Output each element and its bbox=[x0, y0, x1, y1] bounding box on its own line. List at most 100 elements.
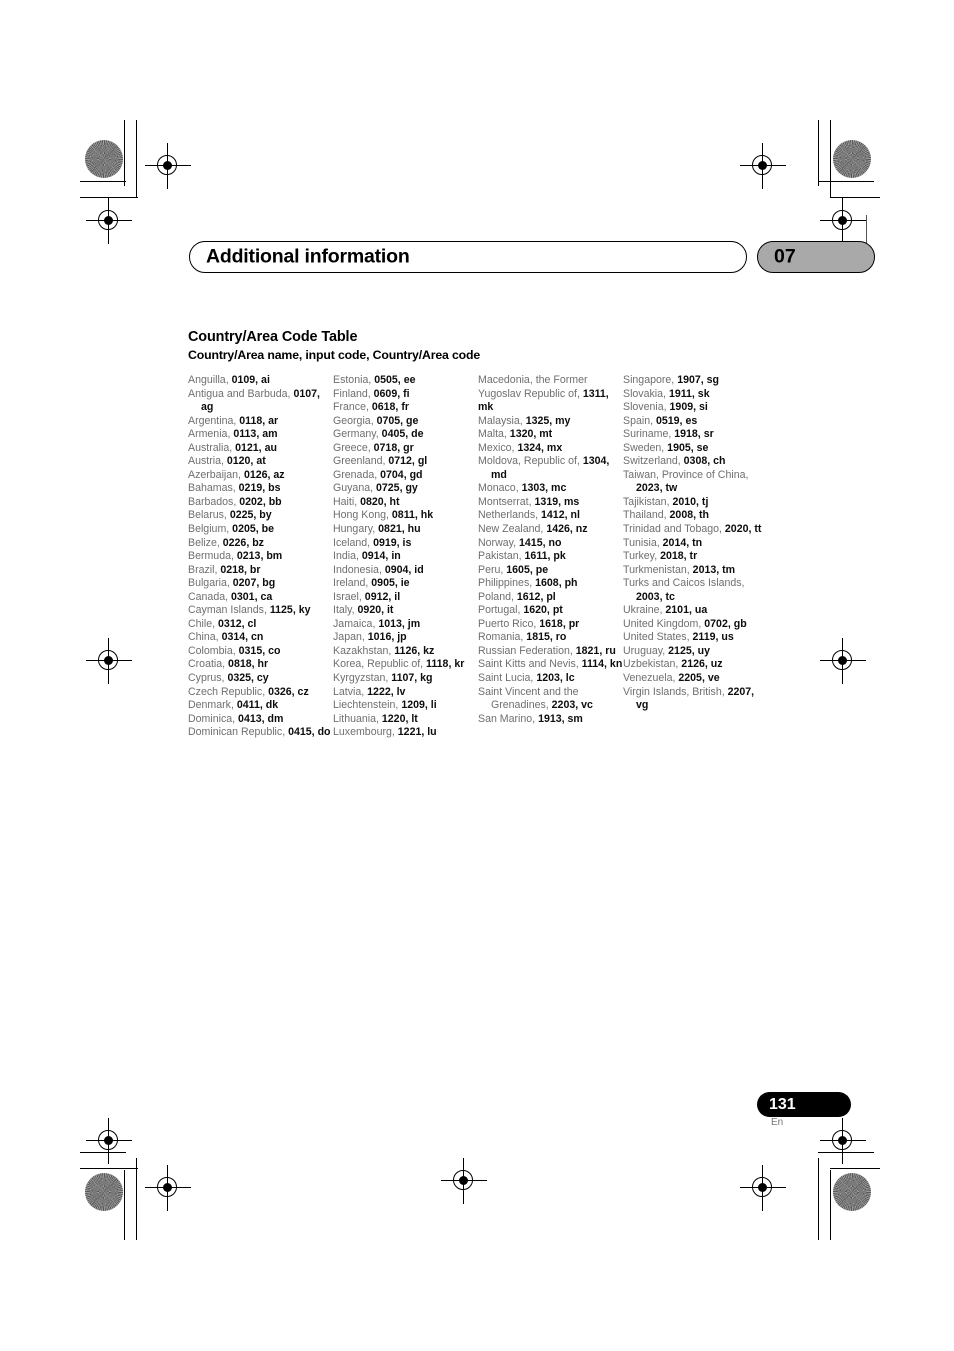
country-name: Colombia, bbox=[188, 644, 239, 657]
country-code-entry: Mexico, 1324, mx bbox=[478, 442, 623, 456]
country-name: Tajikistan, bbox=[623, 495, 673, 508]
country-name: Virgin Islands, British, bbox=[623, 685, 728, 698]
country-code: 0821, hu bbox=[378, 523, 421, 536]
country-code-entry: Cyprus, 0325, cy bbox=[188, 672, 333, 686]
crop-mark-top-left-v1 bbox=[124, 120, 126, 186]
country-code: 0219, bs bbox=[238, 482, 281, 495]
country-code-entry: United States, 2119, us bbox=[623, 631, 768, 645]
country-name: Thailand, bbox=[623, 509, 670, 522]
country-code: 0519, es bbox=[655, 414, 698, 427]
country-code-entry: Taiwan, Province of China, 2023, tw bbox=[623, 469, 768, 496]
country-code: 0213, bm bbox=[236, 550, 283, 563]
country-name: Argentina, bbox=[188, 414, 240, 427]
country-name: Greece, bbox=[333, 441, 374, 454]
country-code: 1909, si bbox=[669, 401, 708, 414]
registration-crosshair-top-right-upper bbox=[740, 143, 786, 189]
country-code: 0820, ht bbox=[360, 495, 400, 508]
country-code-entry: Italy, 0920, it bbox=[333, 604, 478, 618]
registration-crosshair-top-left-lower bbox=[86, 198, 132, 244]
country-code-entry: Ireland, 0905, ie bbox=[333, 577, 478, 591]
country-name: Estonia, bbox=[333, 374, 375, 386]
country-name: Hungary, bbox=[333, 523, 379, 536]
country-code: 2203, vc bbox=[551, 699, 593, 712]
country-name: Israel, bbox=[333, 590, 365, 603]
country-name: Georgia, bbox=[333, 414, 377, 427]
country-code: 0205, be bbox=[232, 523, 274, 536]
section-title: Country/Area Code Table bbox=[188, 329, 358, 345]
country-code-entry: Croatia, 0818, hr bbox=[188, 658, 333, 672]
country-code-entry: Turkmenistan, 2013, tm bbox=[623, 564, 768, 578]
country-code: 1203, lc bbox=[536, 672, 575, 685]
registration-crosshair-bottom-right-upper bbox=[820, 1118, 866, 1164]
country-code: 0702, gb bbox=[704, 617, 747, 630]
country-name: Denmark, bbox=[188, 699, 237, 712]
country-code: 1918, sr bbox=[674, 428, 714, 441]
country-name: Turkmenistan, bbox=[623, 563, 693, 576]
country-code-entry: Peru, 1605, pe bbox=[478, 564, 623, 578]
country-code-entry: Brazil, 0218, br bbox=[188, 564, 333, 578]
country-name: Luxembourg, bbox=[333, 726, 398, 739]
registration-crosshair-bottom-left-upper bbox=[86, 1118, 132, 1164]
country-code: 0202, bb bbox=[239, 495, 282, 508]
country-code: 1118, kr bbox=[426, 658, 465, 671]
country-code-entry: Korea, Republic of, 1118, kr bbox=[333, 658, 478, 672]
country-code-entry: Tajikistan, 2010, tj bbox=[623, 496, 768, 510]
country-name: Bermuda, bbox=[188, 550, 237, 563]
country-name: Peru, bbox=[478, 563, 507, 576]
country-name: Monaco, bbox=[478, 482, 522, 495]
country-code: 1114, kn bbox=[581, 658, 623, 671]
country-code-entry: Macedonia, the Former Yugoslav Republic … bbox=[478, 374, 623, 415]
country-name: Croatia, bbox=[188, 658, 229, 671]
country-code-entry: Trinidad and Tobago, 2020, tt bbox=[623, 523, 768, 537]
country-code: 1319, ms bbox=[534, 495, 580, 508]
country-code-entry: Malaysia, 1325, my bbox=[478, 415, 623, 429]
country-code: 1126, kz bbox=[394, 644, 435, 657]
country-code: 0411, dk bbox=[236, 699, 279, 712]
country-code: 0904, id bbox=[384, 563, 424, 576]
country-name: Turkey, bbox=[623, 550, 661, 563]
country-code-entry: Romania, 1815, ro bbox=[478, 631, 623, 645]
country-code: 0811, hk bbox=[391, 509, 434, 522]
country-code: 1324, mx bbox=[517, 441, 563, 454]
registration-crosshair-bottom-left-lower bbox=[145, 1165, 191, 1211]
country-code-entry: Bahamas, 0219, bs bbox=[188, 482, 333, 496]
country-code: 0415, do bbox=[288, 726, 331, 739]
country-code: 0905, ie bbox=[371, 577, 410, 590]
country-code-entry: Austria, 0120, at bbox=[188, 455, 333, 469]
country-code-entry: Uzbekistan, 2126, uz bbox=[623, 658, 768, 672]
country-name: Australia, bbox=[188, 441, 236, 454]
country-name: Hong Kong, bbox=[333, 509, 392, 522]
country-name: Barbados, bbox=[188, 495, 240, 508]
country-name: Azerbaijan, bbox=[188, 468, 244, 481]
country-code-entry: New Zealand, 1426, nz bbox=[478, 523, 623, 537]
country-code: 1209, li bbox=[401, 699, 437, 712]
country-name: Anguilla, bbox=[188, 374, 232, 386]
country-code-entry: Denmark, 0411, dk bbox=[188, 699, 333, 713]
country-name: Grenada, bbox=[333, 468, 381, 481]
country-code-column: Estonia, 0505, ee Finland, 0609, fi France… bbox=[333, 374, 478, 740]
country-code: 0405, de bbox=[381, 428, 424, 441]
country-code-entry: Hungary, 0821, hu bbox=[333, 523, 478, 537]
country-code: 0704, gd bbox=[380, 468, 423, 481]
document-page: Additional information 07 Country/Area C… bbox=[0, 0, 954, 1351]
country-name: Tunisia, bbox=[623, 536, 663, 549]
country-code-entry: Greenland, 0712, gl bbox=[333, 455, 478, 469]
country-code-entry: Jamaica, 1013, jm bbox=[333, 618, 478, 632]
country-code: 0120, at bbox=[226, 455, 266, 468]
country-code-entry: Colombia, 0315, co bbox=[188, 645, 333, 659]
country-name: Uruguay, bbox=[623, 644, 669, 657]
country-code: 2205, ve bbox=[678, 672, 720, 685]
country-code: 0914, in bbox=[361, 550, 401, 563]
country-code: 0113, am bbox=[233, 428, 278, 441]
country-code: 2018, tr bbox=[660, 550, 698, 563]
crop-mark-bottom-left-v1 bbox=[124, 1170, 126, 1240]
chapter-number-badge: 07 bbox=[757, 241, 875, 273]
country-code-entry: Monaco, 1303, mc bbox=[478, 482, 623, 496]
country-code-entry: Slovenia, 1909, si bbox=[623, 401, 768, 415]
country-code-entry: Suriname, 1918, sr bbox=[623, 428, 768, 442]
country-code: 1325, my bbox=[525, 414, 571, 427]
country-code-column: Singapore, 1907, sg Slovakia, 1911, sk Slo… bbox=[623, 374, 768, 740]
country-name: Norway, bbox=[478, 536, 520, 549]
country-code-entry: Grenada, 0704, gd bbox=[333, 469, 478, 483]
country-code: 1815, ro bbox=[526, 631, 567, 644]
